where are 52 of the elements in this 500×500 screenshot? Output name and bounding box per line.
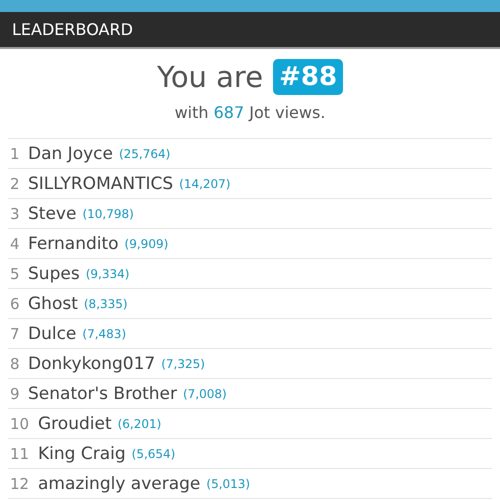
leaderboard-row[interactable]: 3 Steve (10,798) [8, 199, 492, 229]
view-count: (10,798) [82, 206, 134, 220]
rank-number: 8 [9, 354, 21, 372]
rank-number: 6 [9, 294, 21, 312]
user-name: Fernandito [28, 234, 119, 254]
user-name: Dulce [28, 324, 76, 344]
leaderboard-row[interactable]: 7 Dulce (7,483) [8, 319, 492, 349]
rank-number: 3 [9, 204, 21, 222]
view-count: (7,483) [82, 326, 126, 340]
view-count: (5,013) [206, 476, 250, 490]
rank-number: 9 [9, 384, 21, 402]
leaderboard-row[interactable]: 5 Supes (9,334) [8, 259, 492, 289]
user-name: SILLYROMANTICS [28, 174, 174, 194]
user-name: Groudiet [38, 414, 112, 434]
user-name: Senator's Brother [28, 384, 177, 404]
rank-number: 7 [9, 324, 21, 342]
leaderboard-row[interactable]: 4 Fernandito (9,909) [8, 229, 492, 259]
leaderboard-row[interactable]: 10 Groudiet (6,201) [8, 409, 492, 439]
leaderboard-row[interactable]: 11 King Craig (5,654) [8, 439, 492, 469]
section-title: LEADERBOARD [12, 20, 133, 39]
views-summary: with 687 Jot views. [174, 103, 326, 122]
leaderboard-row[interactable]: 12 amazingly average (5,013) [8, 469, 492, 499]
rank-badge: #88 [273, 59, 344, 95]
user-name: Ghost [28, 294, 78, 314]
user-name: Supes [28, 264, 80, 284]
rank-number: 4 [9, 234, 21, 252]
rank-number: 11 [9, 444, 30, 462]
leaderboard-row[interactable]: 6 Ghost (8,335) [8, 289, 492, 319]
leaderboard-row[interactable]: 1 Dan Joyce (25,764) [8, 139, 492, 169]
leaderboard-row[interactable]: 8 Donkykong017 (7,325) [8, 349, 492, 379]
view-count: (14,207) [179, 176, 230, 190]
rank-number: 2 [9, 174, 21, 192]
rank-number: 5 [9, 264, 21, 282]
view-count: (8,335) [84, 296, 128, 310]
user-name: King Craig [38, 444, 126, 464]
view-count: (6,201) [118, 416, 162, 430]
leaderboard-row[interactable]: 9 Senator's Brother (7,008) [8, 379, 492, 409]
view-count: (7,008) [183, 386, 227, 400]
leaderboard-row[interactable]: 2 SILLYROMANTICS (14,207) [8, 169, 492, 199]
view-count: (25,764) [118, 146, 170, 160]
user-name: Donkykong017 [28, 354, 156, 374]
user-name: Dan Joyce [28, 144, 113, 164]
user-name: amazingly average [38, 474, 200, 494]
rank-label: You are [156, 60, 264, 94]
view-count: (9,334) [86, 266, 130, 280]
rank-number: 1 [9, 144, 21, 162]
rank-number: 10 [9, 414, 30, 432]
rank-number: 12 [9, 474, 30, 492]
user-name: Steve [28, 204, 76, 224]
view-count: (7,325) [161, 356, 205, 370]
view-count: (5,654) [132, 446, 176, 460]
view-count: (9,909) [124, 236, 168, 250]
